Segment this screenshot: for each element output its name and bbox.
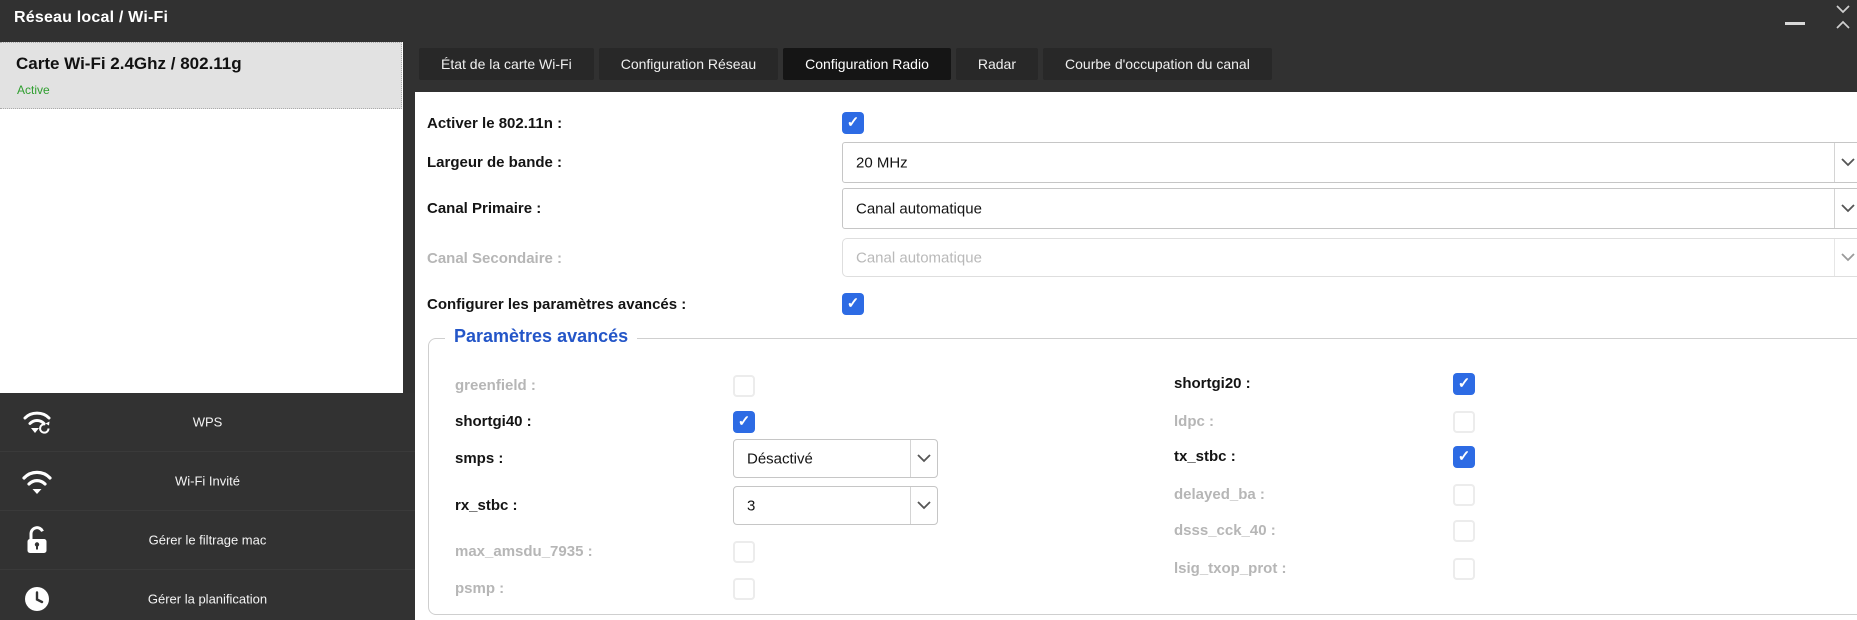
- tx-stbc-checkbox[interactable]: ✓: [1453, 446, 1475, 468]
- delayed-ba-checkbox: [1453, 484, 1475, 506]
- title-bar: [0, 0, 1857, 42]
- label-largeur-bande: Largeur de bande :: [427, 152, 562, 174]
- largeur-bande-select[interactable]: 20 MHz: [842, 142, 1857, 183]
- sidebar-nav: WPS Wi-Fi Invité Gérer le f: [0, 393, 415, 620]
- chevron-down-icon: [1834, 143, 1857, 182]
- tab-radar[interactable]: Radar: [956, 48, 1038, 80]
- activer-80211n-checkbox[interactable]: ✓: [842, 112, 864, 134]
- tab-courbe-occupation-canal[interactable]: Courbe d'occupation du canal: [1043, 48, 1272, 80]
- dsss-cck-40-checkbox: [1453, 520, 1475, 542]
- sidebar-item-label: Wi-Fi Invité: [0, 474, 415, 489]
- select-value: Désactivé: [747, 450, 813, 467]
- sidebar-item-wifi-invite[interactable]: Wi-Fi Invité: [0, 451, 415, 510]
- sidebar-item-planification[interactable]: Gérer la planification: [0, 569, 415, 620]
- chevron-down-icon[interactable]: [1835, 3, 1851, 15]
- adapter-status: Active: [17, 83, 50, 97]
- label-activer-80211n: Activer le 802.11n :: [427, 113, 562, 135]
- sidebar-item-label: Gérer la planification: [0, 592, 415, 607]
- label-canal-primaire: Canal Primaire :: [427, 198, 541, 220]
- sidebar-item-filtrage-mac[interactable]: Gérer le filtrage mac: [0, 510, 415, 569]
- tab-etat-carte-wifi[interactable]: État de la carte Wi-Fi: [419, 48, 594, 80]
- psmp-checkbox: [733, 578, 755, 600]
- chevron-down-icon: [1834, 239, 1857, 276]
- smps-select[interactable]: Désactivé: [733, 439, 938, 478]
- chevron-up-icon[interactable]: [1835, 19, 1851, 31]
- select-value: Canal automatique: [856, 249, 982, 266]
- wifi-adapter-card[interactable]: Carte Wi-Fi 2.4Ghz / 802.11g Active: [0, 42, 402, 109]
- tab-configuration-reseau[interactable]: Configuration Réseau: [599, 48, 778, 80]
- select-value: Canal automatique: [856, 200, 982, 217]
- check-icon: ✓: [847, 296, 860, 311]
- wifi-settings-window: Réseau local / Wi-Fi État de la carte Wi…: [0, 0, 1857, 620]
- tab-configuration-radio[interactable]: Configuration Radio: [783, 48, 951, 80]
- greenfield-checkbox: [733, 375, 755, 397]
- page-title: Réseau local / Wi-Fi: [14, 9, 168, 27]
- canal-primaire-select[interactable]: Canal automatique: [842, 188, 1857, 229]
- label-dsss-cck-40: dsss_cck_40 :: [1174, 520, 1276, 542]
- fieldset-legend: Paramètres avancés: [445, 326, 637, 347]
- shortgi40-checkbox[interactable]: ✓: [733, 411, 755, 433]
- label-canal-secondaire: Canal Secondaire :: [427, 248, 562, 270]
- label-lsig-txop-prot: lsig_txop_prot :: [1174, 558, 1287, 580]
- lsig-txop-prot-checkbox: [1453, 558, 1475, 580]
- check-icon: ✓: [738, 414, 751, 429]
- label-tx-stbc: tx_stbc :: [1174, 446, 1236, 468]
- chevron-down-icon: [1834, 189, 1857, 228]
- select-value: 20 MHz: [856, 154, 908, 171]
- minimize-icon[interactable]: [1785, 22, 1805, 25]
- label-shortgi20: shortgi20 :: [1174, 373, 1251, 395]
- sidebar-item-label: Gérer le filtrage mac: [0, 533, 415, 548]
- label-delayed-ba: delayed_ba :: [1174, 484, 1265, 506]
- adapter-title: Carte Wi-Fi 2.4Ghz / 802.11g: [16, 54, 242, 74]
- shortgi20-checkbox[interactable]: ✓: [1453, 373, 1475, 395]
- label-configurer-avances: Configurer les paramètres avancés :: [427, 294, 686, 316]
- configurer-avances-checkbox[interactable]: ✓: [842, 293, 864, 315]
- ldpc-checkbox: [1453, 411, 1475, 433]
- label-psmp: psmp :: [455, 578, 504, 600]
- sidebar-item-label: WPS: [0, 415, 415, 430]
- label-max-amsdu-7935: max_amsdu_7935 :: [455, 541, 593, 563]
- tab-bar: État de la carte Wi-Fi Configuration Rés…: [419, 48, 1272, 80]
- label-greenfield: greenfield :: [455, 375, 536, 397]
- check-icon: ✓: [1458, 449, 1471, 464]
- sidebar-item-wps[interactable]: WPS: [0, 393, 415, 451]
- check-icon: ✓: [1458, 376, 1471, 391]
- rx-stbc-select[interactable]: 3: [733, 486, 938, 525]
- chevron-down-icon: [910, 487, 937, 524]
- select-value: 3: [747, 497, 755, 514]
- chevron-down-icon: [910, 440, 937, 477]
- label-ldpc: ldpc :: [1174, 411, 1214, 433]
- parametres-avances-fieldset: Paramètres avancés greenfield : shortgi4…: [428, 338, 1857, 615]
- label-smps: smps :: [455, 448, 503, 470]
- label-shortgi40: shortgi40 :: [455, 411, 532, 433]
- label-rx-stbc: rx_stbc :: [455, 495, 518, 517]
- check-icon: ✓: [847, 115, 860, 130]
- max-amsdu-7935-checkbox: [733, 541, 755, 563]
- canal-secondaire-select: Canal automatique: [842, 238, 1857, 277]
